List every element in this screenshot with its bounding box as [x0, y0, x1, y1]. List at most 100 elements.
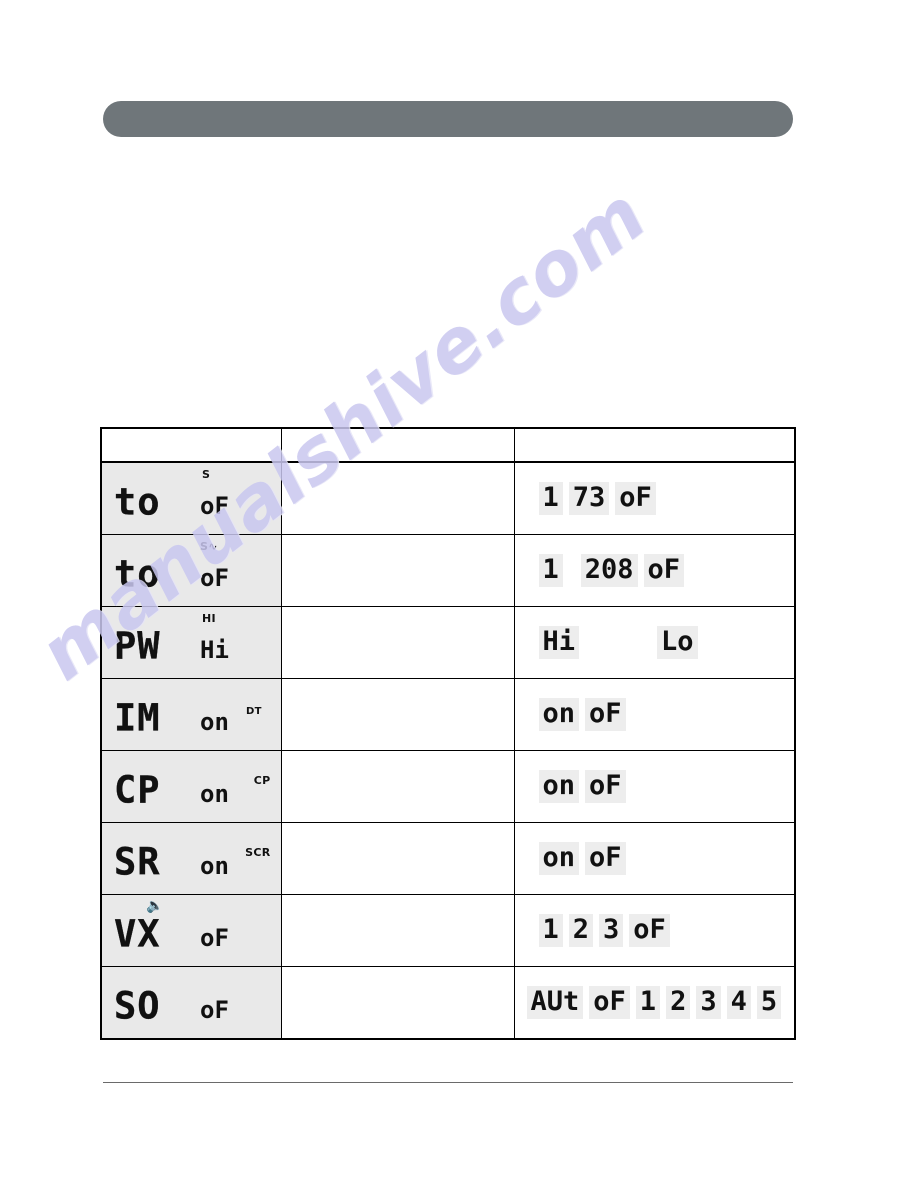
- description-cell: [280, 461, 515, 535]
- option-chip[interactable]: 1: [538, 914, 563, 947]
- table-body: S to oF 1 73 oF S∿ to oF 1 208 oF HI PW …: [100, 461, 796, 1040]
- option-chip[interactable]: 208: [580, 554, 638, 587]
- lcd-main-text: VX: [114, 911, 161, 955]
- option-chip[interactable]: 4: [726, 986, 751, 1019]
- options-row: on oF: [527, 679, 783, 750]
- table-row: CP on CP on oF: [100, 750, 796, 823]
- option-chip[interactable]: 2: [666, 986, 691, 1019]
- option-chip[interactable]: oF: [585, 770, 626, 803]
- table-row: HI PW Hi Hi Lo: [100, 606, 796, 679]
- option-chip[interactable]: 3: [599, 914, 624, 947]
- options-row: AUt oF 1 2 3 4 5: [526, 967, 783, 1038]
- table-row: 🔈 VX oF 1 2 3 oF: [100, 894, 796, 967]
- lcd-sub-text: Hi: [200, 635, 229, 664]
- lcd-sub-text: oF: [200, 995, 229, 1024]
- lcd-display-cell: S to oF: [100, 461, 282, 535]
- options-cell: on oF: [513, 750, 796, 823]
- settings-table: S to oF 1 73 oF S∿ to oF 1 208 oF HI PW …: [100, 427, 796, 1040]
- lcd-display-cell: CP on CP: [100, 750, 282, 823]
- table-row: SR on SCR on oF: [100, 822, 796, 895]
- lcd-flag-right: CP: [253, 774, 271, 787]
- table-header-row: [100, 427, 796, 463]
- lcd-sub-text: oF: [200, 563, 229, 592]
- lcd-flag-top: S∿: [200, 540, 218, 553]
- description-cell: [280, 678, 515, 751]
- lcd-display-cell: HI PW Hi: [100, 606, 282, 679]
- option-chip[interactable]: on: [538, 842, 580, 875]
- options-cell: 1 2 3 oF: [513, 894, 796, 967]
- lcd-panel: S to oF: [102, 463, 281, 534]
- option-chip[interactable]: 73: [568, 482, 610, 515]
- table-row: S to oF 1 73 oF: [100, 461, 796, 535]
- lcd-main-text: SR: [114, 839, 161, 883]
- lcd-display-cell: IM on DT: [100, 678, 282, 751]
- option-chip[interactable]: oF: [585, 698, 626, 731]
- option-chip[interactable]: on: [538, 698, 580, 731]
- option-chip[interactable]: oF: [585, 842, 626, 875]
- option-chip[interactable]: 1: [635, 986, 661, 1019]
- description-cell: [280, 822, 515, 895]
- options-row: on oF: [527, 823, 783, 894]
- options-cell: on oF: [513, 822, 796, 895]
- lcd-sub-text: on: [200, 707, 229, 736]
- lcd-sub-text: on: [200, 851, 229, 880]
- lcd-flag-superscript: DT: [246, 706, 262, 717]
- options-row: 1 2 3 oF: [527, 895, 783, 966]
- table-row: S∿ to oF 1 208 oF: [100, 534, 796, 607]
- options-row: 1 73 oF: [527, 463, 783, 534]
- column-header-options: [513, 427, 796, 463]
- column-header-display: [100, 427, 282, 463]
- table-row: IM on DT on oF: [100, 678, 796, 751]
- column-header-description: [280, 427, 515, 463]
- option-chip[interactable]: 2: [568, 914, 594, 947]
- section-header-bar: [103, 101, 793, 137]
- lcd-main-text: CP: [114, 767, 161, 811]
- lcd-flag-right: SCR: [245, 846, 271, 859]
- options-row: on oF: [527, 751, 783, 822]
- table-row: SO oF AUt oF 1 2 3 4 5: [100, 966, 796, 1040]
- lcd-display-cell: SR on SCR: [100, 822, 282, 895]
- options-row: Hi Lo: [527, 607, 783, 678]
- option-chip[interactable]: oF: [629, 914, 670, 947]
- description-cell: [280, 534, 515, 607]
- option-chip[interactable]: 1: [538, 554, 563, 587]
- description-cell: [280, 894, 515, 967]
- lcd-display-cell: 🔈 VX oF: [100, 894, 282, 967]
- lcd-main-text: to: [114, 551, 161, 595]
- lcd-main-text: to: [114, 479, 161, 523]
- lcd-display-cell: SO oF: [100, 966, 282, 1040]
- footer-separator: [103, 1082, 793, 1083]
- option-chip[interactable]: Hi: [538, 626, 580, 659]
- option-chip[interactable]: 1: [538, 482, 563, 515]
- option-chip[interactable]: 3: [696, 986, 721, 1019]
- lcd-main-text: IM: [114, 695, 161, 739]
- options-cell: Hi Lo: [513, 606, 796, 679]
- option-chip[interactable]: oF: [615, 482, 656, 515]
- options-row: 1 208 oF: [527, 535, 783, 606]
- option-chip[interactable]: Lo: [657, 626, 698, 659]
- description-cell: [280, 606, 515, 679]
- lcd-sub-text: oF: [200, 923, 229, 952]
- lcd-flag-top: S: [202, 468, 211, 481]
- options-cell: 1 73 oF: [513, 461, 796, 535]
- option-chip[interactable]: 5: [756, 986, 782, 1019]
- options-cell: on oF: [513, 678, 796, 751]
- lcd-main-text: SO: [114, 983, 161, 1027]
- options-cell: AUt oF 1 2 3 4 5: [513, 966, 796, 1040]
- description-cell: [280, 966, 515, 1040]
- option-chip[interactable]: oF: [643, 554, 685, 587]
- option-chip[interactable]: on: [538, 770, 580, 803]
- lcd-main-text: PW: [114, 623, 161, 667]
- lcd-panel: SO oF: [102, 967, 281, 1038]
- option-chip[interactable]: AUt: [526, 986, 584, 1019]
- lcd-panel: CP on CP: [102, 751, 281, 822]
- lcd-sub-text: on: [200, 779, 229, 808]
- lcd-flag-top: HI: [202, 612, 216, 625]
- lcd-panel: SR on SCR: [102, 823, 281, 894]
- lcd-sub-text: oF: [200, 491, 229, 520]
- speaker-icon: 🔈: [146, 898, 164, 914]
- lcd-display-cell: S∿ to oF: [100, 534, 282, 607]
- options-cell: 1 208 oF: [513, 534, 796, 607]
- option-chip[interactable]: oF: [589, 986, 630, 1019]
- lcd-panel: IM on DT: [102, 679, 281, 750]
